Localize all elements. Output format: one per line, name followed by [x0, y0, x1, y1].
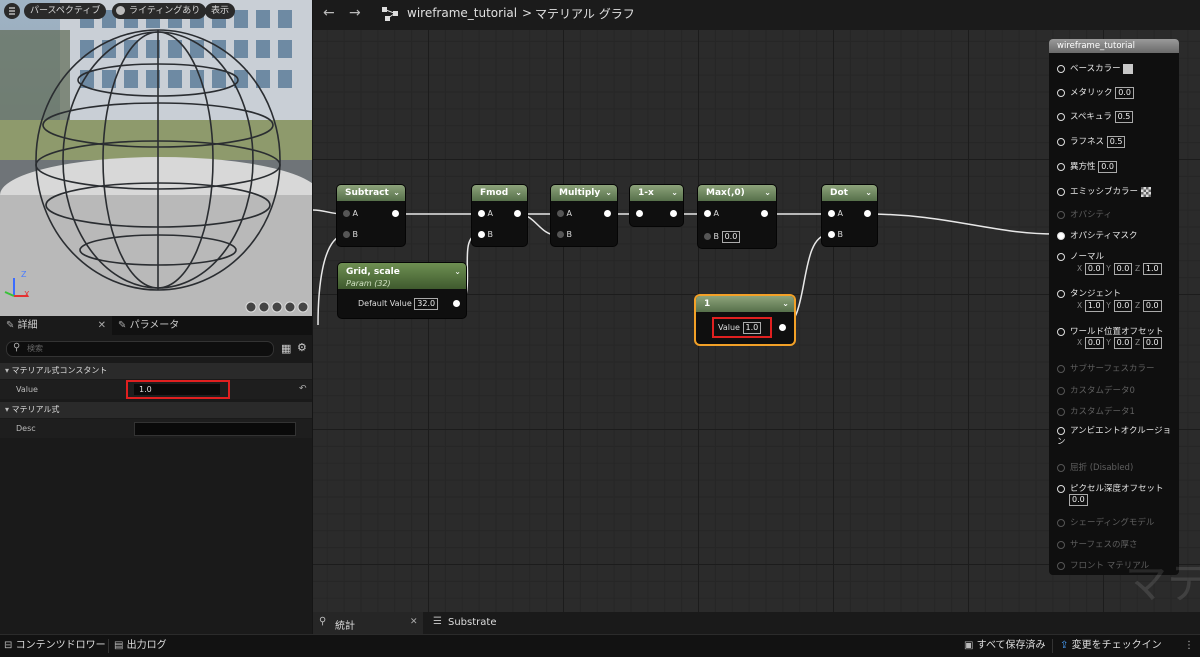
check-in-button[interactable]: ⇪ 変更をチェックイン	[1060, 635, 1162, 657]
chevron-down-icon[interactable]: ⌄	[393, 185, 400, 201]
pin-ambient-occlusion[interactable]: アンビエントオクルージョン	[1057, 426, 1177, 448]
pin-output[interactable]	[864, 209, 871, 218]
pin-refraction: 屈折 (Disabled)	[1057, 461, 1133, 473]
pin-b[interactable]: B	[557, 230, 572, 239]
output-log-button[interactable]: ▤ 出力ログ	[114, 635, 167, 657]
tab-stats[interactable]: ⚲ 統計 ✕	[313, 612, 423, 634]
pin-a[interactable]: A	[343, 209, 358, 218]
pin-opacity-mask[interactable]: オパシティマスク	[1057, 229, 1138, 241]
list-icon: ☰	[433, 616, 442, 627]
node-dot[interactable]: Dot ⌄ A B	[822, 185, 877, 246]
material-result-node[interactable]: wireframe_tutorial ベースカラー メタリック 0.0 スペキュ…	[1049, 39, 1179, 575]
pin-subsurface-color: サブサーフェスカラー	[1057, 362, 1155, 374]
pin-metallic[interactable]: メタリック 0.0	[1057, 86, 1134, 99]
node-constant-title: 1 ⌄	[696, 296, 794, 312]
default-value-box[interactable]: 32.0	[414, 298, 439, 310]
upload-icon: ⇪	[1060, 640, 1069, 651]
pin-b[interactable]: B	[478, 230, 493, 239]
wpo-xyz[interactable]: X 0.0 Y 0.0 Z 0.0	[1077, 337, 1162, 349]
pin-opacity: オパシティ	[1057, 208, 1112, 220]
tangent-xyz[interactable]: X 1.0 Y 0.0 Z 0.0	[1077, 300, 1162, 312]
pixel-depth-value[interactable]: 0.0	[1069, 494, 1088, 506]
node-fmod[interactable]: Fmod ⌄ A B	[472, 185, 527, 246]
constant-value-box[interactable]: 1.0	[742, 322, 762, 334]
divider	[1052, 639, 1053, 653]
pin-specular[interactable]: スペキュラ 0.5	[1057, 110, 1134, 123]
pin-tangent[interactable]: タンジェント	[1057, 287, 1121, 299]
pin-a[interactable]: A	[704, 209, 719, 218]
pin-anisotropy[interactable]: 異方性 0.0	[1057, 160, 1117, 173]
pin-b[interactable]: B	[828, 230, 843, 239]
pin-custom-data-1: カスタムデータ1	[1057, 405, 1135, 417]
pin-a[interactable]: A	[478, 209, 493, 218]
drawer-icon: ⊟	[4, 640, 13, 651]
color-swatch[interactable]	[1123, 63, 1134, 74]
checker-swatch[interactable]	[1140, 186, 1151, 197]
chevron-down-icon[interactable]: ⌄	[671, 185, 678, 201]
node-subtract-title: Subtract ⌄	[337, 185, 405, 201]
pin-surface-thickness: サーフェスの厚さ	[1057, 538, 1138, 550]
save-all-button[interactable]: ▣ すべて保存済み	[964, 635, 1046, 657]
pin-pixel-depth-offset[interactable]: ピクセル深度オフセット	[1057, 482, 1164, 494]
tab-stats-label: 統計	[335, 621, 355, 632]
stats-icon: ⚲	[319, 616, 327, 627]
node-multiply[interactable]: Multiply ⌄ A B	[551, 185, 617, 246]
content-drawer-button[interactable]: ⊟ コンテンツドロワー	[4, 635, 106, 657]
status-bar: ⊟ コンテンツドロワー ▤ 出力ログ ▣ すべて保存済み ⇪ 変更をチェックイン…	[0, 634, 1200, 657]
pin-emissive[interactable]: エミッシブカラー	[1057, 185, 1151, 197]
pin-output[interactable]	[604, 209, 611, 218]
node-multiply-title: Multiply ⌄	[551, 185, 617, 201]
node-fmod-title: Fmod ⌄	[472, 185, 527, 201]
normal-xyz[interactable]: X 0.0 Y 0.0 Z 1.0	[1077, 263, 1162, 275]
pin-custom-data-0: カスタムデータ0	[1057, 384, 1135, 396]
node-grid-scale[interactable]: Grid, scale Param (32) ⌄ Default Value 3…	[338, 263, 466, 318]
chevron-down-icon[interactable]: ⌄	[454, 267, 461, 276]
chevron-down-icon[interactable]: ⌄	[782, 296, 789, 312]
chevron-down-icon[interactable]: ⌄	[865, 185, 872, 201]
pin-output[interactable]	[453, 299, 460, 308]
node-max-title: Max(,0) ⌄	[698, 185, 776, 201]
pin-value: Value 1.0	[718, 322, 762, 334]
save-icon: ▣	[964, 640, 974, 651]
pin-output[interactable]	[392, 209, 399, 218]
pin-input[interactable]	[636, 209, 643, 218]
node-grid-scale-title: Grid, scale	[346, 267, 400, 277]
chevron-down-icon[interactable]: ⌄	[764, 185, 771, 201]
node-max[interactable]: Max(,0) ⌄ A B 0.0	[698, 185, 776, 248]
node-one-minus-title: 1-x ⌄	[630, 185, 683, 201]
node-constant[interactable]: 1 ⌄ Value 1.0	[696, 296, 794, 344]
log-icon: ▤	[114, 640, 124, 651]
chevron-down-icon[interactable]: ⌄	[515, 185, 522, 201]
result-title: wireframe_tutorial	[1049, 39, 1179, 53]
pin-output[interactable]	[670, 209, 677, 218]
graph-watermark: マテ	[1125, 559, 1200, 608]
pin-a[interactable]: A	[557, 209, 572, 218]
node-dot-title: Dot ⌄	[822, 185, 877, 201]
pin-shading-model: シェーディングモデル	[1057, 516, 1154, 528]
pin-a[interactable]: A	[828, 209, 843, 218]
chevron-down-icon[interactable]: ⌄	[605, 185, 612, 201]
node-grid-scale-subtitle: Param (32)	[346, 279, 391, 288]
divider	[108, 639, 109, 653]
tab-substrate-label: Substrate	[448, 617, 497, 628]
close-icon[interactable]: ✕	[410, 617, 418, 627]
pin-b-value[interactable]: 0.0	[721, 231, 741, 243]
pin-roughness[interactable]: ラフネス 0.5	[1057, 135, 1126, 148]
pin-default-value: Default Value 32.0	[358, 298, 439, 310]
pin-world-position-offset[interactable]: ワールド位置オフセット	[1057, 325, 1164, 337]
more-options-icon[interactable]: ⋮	[1184, 635, 1194, 657]
pin-output[interactable]	[514, 209, 521, 218]
node-subtract[interactable]: Subtract ⌄ A B	[337, 185, 405, 246]
bottom-tab-bar: ⚲ 統計 ✕ ☰ Substrate	[313, 612, 1200, 634]
wires	[312, 209, 1057, 328]
pin-output[interactable]	[761, 209, 768, 218]
pin-output[interactable]	[779, 323, 786, 332]
pin-b[interactable]: B	[343, 230, 358, 239]
pin-base-color[interactable]: ベースカラー	[1057, 62, 1134, 74]
pin-b[interactable]: B 0.0	[704, 231, 741, 243]
node-grid-scale-header: Grid, scale Param (32) ⌄	[338, 263, 466, 289]
pin-normal[interactable]: ノーマル	[1057, 250, 1104, 262]
node-one-minus[interactable]: 1-x ⌄	[630, 185, 683, 226]
